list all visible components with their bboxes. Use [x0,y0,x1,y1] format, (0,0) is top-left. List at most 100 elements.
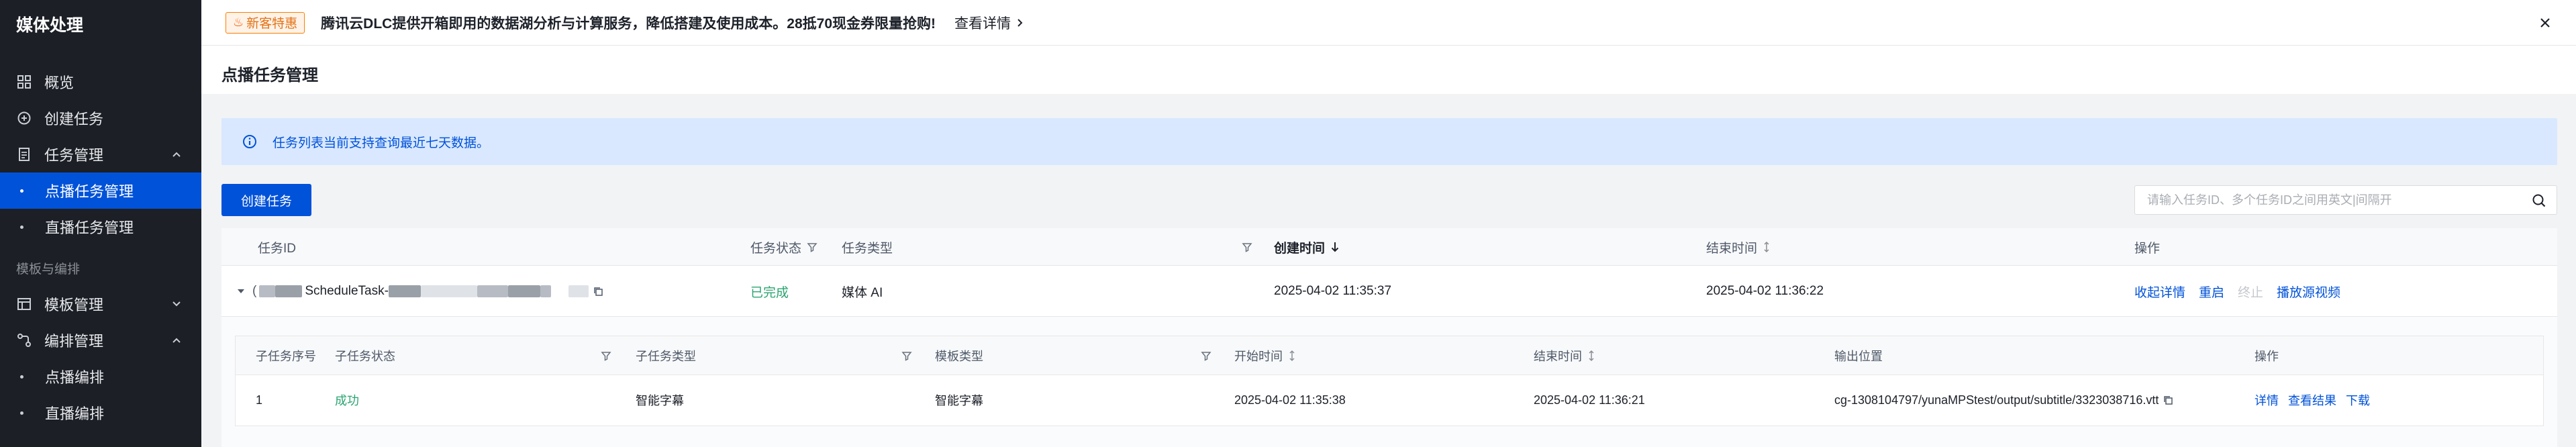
info-icon [242,134,258,150]
table-row: 1 成功 智能字幕 智能字幕 2025-04-02 11:35:38 2025-… [236,375,2543,425]
chevron-up-icon [170,148,183,160]
task-type: 媒体 AI [842,285,883,300]
play-source-video-link[interactable]: 播放源视频 [2277,283,2340,301]
subtask-details-link[interactable]: 详情 [2255,391,2279,409]
subtask-panel: 子任务序号 子任务状态 子任务类型 模板类型 开始时间 结束时间 输出位置 操作… [221,317,2557,447]
sidebar-item-label: 点播编排 [45,369,105,386]
output-path: cg-1308104797/yunaMPStest/output/subtitl… [1834,393,2159,407]
column-header-output-location: 输出位置 [1834,350,1883,363]
task-created-time: 2025-04-02 11:35:37 [1274,284,1392,298]
task-status: 已完成 [750,285,789,300]
column-header-task-status[interactable]: 任务状态 [750,228,818,266]
column-header-task-type: 任务类型 [842,241,893,256]
sidebar-item-overview[interactable]: 概览 [0,64,201,100]
subtask-status-filter[interactable] [595,336,611,375]
sidebar-group-label: 模板与编排 [16,262,81,277]
search-icon[interactable] [2531,193,2547,209]
task-actions: 收起详情 重启 终止 播放源视频 [2134,266,2354,317]
promo-badge-label: 新客特惠 [246,17,298,31]
chevron-down-icon [170,298,183,310]
add-circle-icon [16,110,32,126]
sidebar-item-orchestration-management[interactable]: 编排管理 [0,322,201,358]
column-header-start-time[interactable]: 开始时间 [1234,336,1296,375]
sidebar-item-vod-task-management[interactable]: 点播任务管理 [0,172,201,209]
sidebar-item-label: 任务管理 [44,147,104,164]
task-type-filter[interactable] [1236,228,1252,266]
restart-link[interactable]: 重启 [2199,283,2224,301]
filter-icon[interactable] [901,350,912,361]
sidebar-item-label: 直播任务管理 [45,219,134,236]
subtask-template-type: 智能字幕 [935,394,983,407]
promo-details-link[interactable]: 查看详情 [954,13,1024,33]
promo-badge: ♨ 新客特惠 [226,11,305,34]
filter-icon[interactable] [1201,350,1211,361]
column-header-created-time[interactable]: 创建时间 [1274,228,1340,266]
promo-notice-bar: ♨ 新客特惠 腾讯云DLC提供开箱即用的数据湖分析与计算服务，降低搭建及使用成本… [201,0,2576,46]
copy-icon[interactable] [593,286,603,297]
subtask-start-time: 2025-04-02 11:35:38 [1234,393,1346,407]
subtask-index: 1 [256,393,263,407]
column-header-subtask-actions: 操作 [2255,350,2279,363]
column-header-actions: 操作 [2134,241,2161,256]
info-alert-text: 任务列表当前支持查询最近七天数据。 [273,136,490,150]
fire-icon: ♨ [233,15,244,29]
filter-icon[interactable] [1242,242,1252,252]
bullet-icon [20,375,23,379]
sidebar-item-label: 创建任务 [44,111,104,128]
sidebar-item-label: 直播编排 [45,405,105,422]
column-header-template-type: 模板类型 [935,350,983,363]
redacted-text [259,285,276,297]
chevron-right-icon [1018,18,1023,27]
search-input[interactable] [2135,186,2518,214]
chevron-up-icon [170,334,183,346]
view-results-link[interactable]: 查看结果 [2288,391,2336,409]
column-header-end-time[interactable]: 结束时间 [1706,228,1771,266]
subtask-actions: 详情 查看结果 下载 [2255,375,2379,425]
task-id-prefix: ScheduleTask- [305,284,389,298]
task-id-cell: ( ScheduleTask- [252,266,603,317]
sidebar-item-task-management[interactable]: 任务管理 [0,136,201,172]
copy-icon[interactable] [2163,395,2173,405]
close-icon[interactable] [2537,15,2553,31]
sort-icon[interactable] [1587,350,1595,362]
download-link[interactable]: 下载 [2346,391,2370,409]
page-header: 点播任务管理 [201,46,2576,94]
sidebar: 媒体处理 概览 创建任务 任务管理 点播任务管理 直播任务管理 模板与编排 模板… [0,0,201,447]
task-end-time: 2025-04-02 11:36:22 [1706,284,1824,298]
filter-icon[interactable] [807,242,818,252]
sort-icon[interactable] [1763,241,1771,253]
sidebar-item-template-management[interactable]: 模板管理 [0,286,201,322]
subtask-output-location: cg-1308104797/yunaMPStest/output/subtitl… [1834,375,2173,425]
redacted-text [420,285,477,297]
sidebar-item-vod-orchestration[interactable]: 点播编排 [0,358,201,395]
sort-icon[interactable] [1288,350,1296,362]
caret-down-icon [238,289,244,293]
sidebar-item-label: 编排管理 [44,333,104,350]
collapse-details-link[interactable]: 收起详情 [2134,283,2185,301]
bullet-icon [20,225,23,229]
subtask-status: 成功 [335,394,359,407]
column-header-subtask-index: 子任务序号 [256,350,316,363]
sidebar-item-live-orchestration[interactable]: 直播编排 [0,395,201,431]
task-table-header: 任务ID 任务状态 任务类型 创建时间 结束时间 操作 [221,228,2557,266]
sidebar-item-create-task[interactable]: 创建任务 [0,100,201,136]
sidebar-item-live-task-management[interactable]: 直播任务管理 [0,209,201,245]
column-header-subtask-end-time[interactable]: 结束时间 [1534,336,1595,375]
promo-details-label: 查看详情 [954,15,1011,32]
redacted-text [275,285,303,297]
subtask-table-header: 子任务序号 子任务状态 子任务类型 模板类型 开始时间 结束时间 输出位置 操作 [236,336,2543,375]
table-row: ( ScheduleTask- 已完成 媒体 AI 2025-04-02 11:… [221,266,2557,317]
task-table: 任务ID 任务状态 任务类型 创建时间 结束时间 操作 (ScheduleTa… [221,228,2557,447]
subtask-table: 子任务序号 子任务状态 子任务类型 模板类型 开始时间 结束时间 输出位置 操作… [235,336,2544,426]
column-header-task-id: 任务ID [258,241,297,256]
sidebar-item-label: 点播任务管理 [45,183,134,200]
filter-icon[interactable] [601,350,611,361]
terminate-link: 终止 [2238,285,2264,300]
bullet-icon [20,189,23,193]
template-type-filter[interactable] [1195,336,1211,375]
create-task-button[interactable]: 创建任务 [221,184,311,216]
collapse-row-toggle[interactable] [236,266,246,317]
template-icon [16,296,32,312]
subtask-type-filter[interactable] [896,336,912,375]
sort-descending-icon[interactable] [1330,241,1340,253]
